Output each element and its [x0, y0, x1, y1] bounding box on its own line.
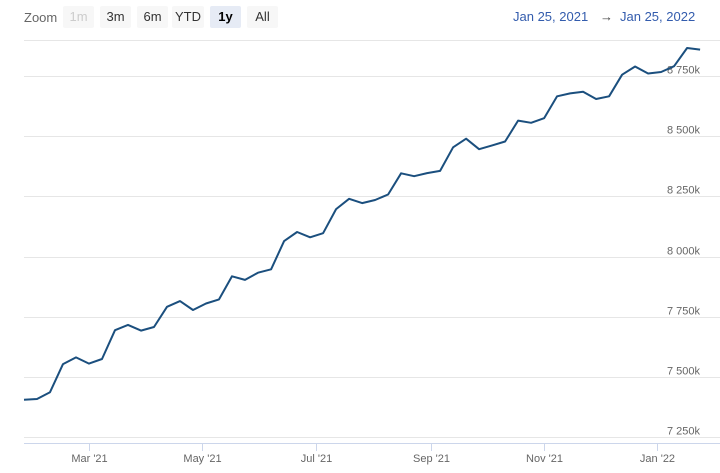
- x-tick-label: May '21: [183, 453, 221, 465]
- grid-lines: [24, 40, 720, 438]
- x-tick-label: Sep '21: [413, 453, 450, 465]
- y-tick-label: 7 750k: [667, 306, 701, 318]
- x-tick-label: Nov '21: [526, 453, 563, 465]
- series-line: [23, 47, 701, 401]
- x-axis-ticks: [89, 443, 658, 451]
- y-axis-labels: 7 250k7 500k7 750k8 000k8 250k8 500k8 75…: [667, 65, 701, 438]
- y-tick-label: 7 250k: [667, 426, 701, 438]
- y-tick-label: 8 500k: [667, 125, 701, 137]
- x-tick-label: Jul '21: [301, 453, 332, 465]
- y-tick-label: 7 500k: [667, 366, 701, 378]
- x-tick-label: Mar '21: [71, 453, 107, 465]
- x-axis-labels: Mar '21 May '21 Jul '21 Sep '21 Nov '21 Jan '…: [71, 453, 675, 465]
- x-tick-label: Jan '22: [640, 453, 675, 465]
- y-tick-label: 8 000k: [667, 246, 701, 258]
- line-chart: 7 250k7 500k7 750k8 000k8 250k8 500k8 75…: [23, 40, 720, 465]
- y-tick-label: 8 250k: [667, 185, 701, 197]
